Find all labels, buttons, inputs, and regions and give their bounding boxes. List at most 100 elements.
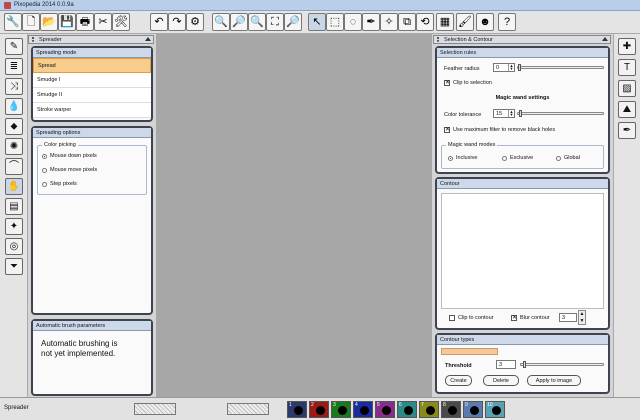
resize-icon[interactable]: ⧉ [398, 13, 416, 31]
feather-radius-input[interactable]: 0 ▲ ▼ [493, 63, 515, 72]
brush-swatch[interactable]: 8 [441, 401, 461, 418]
print-icon[interactable]: 🖶 [76, 13, 94, 31]
funnel-icon[interactable]: ⏷ [5, 258, 23, 275]
gear-icon[interactable]: ✺ [5, 138, 23, 155]
apply-to-image-button[interactable]: Apply to image [527, 375, 581, 386]
brush-swatch[interactable]: 1 [287, 401, 307, 418]
scissors-icon[interactable]: ✂ [94, 13, 112, 31]
color-tolerance-input[interactable]: 15 ▲ ▼ [493, 109, 515, 118]
slider-thumb[interactable] [518, 64, 521, 71]
fit-screen-icon[interactable]: ⛶ [266, 13, 284, 31]
radio-dot[interactable] [42, 153, 47, 159]
image-icon[interactable]: ▨ [618, 80, 636, 97]
radio-exclusive[interactable]: Exclusive [502, 155, 533, 161]
redo-icon[interactable]: ↷ [168, 13, 186, 31]
list-item-smudge-2[interactable]: Smudge II [33, 88, 151, 103]
radio-global[interactable]: Global [556, 155, 580, 161]
brush-swatch[interactable]: 3 [331, 401, 351, 418]
brush-swatch[interactable]: 6 [397, 401, 417, 418]
color-tolerance-slider[interactable] [517, 110, 604, 117]
drop-icon[interactable]: ⬥ [5, 118, 23, 135]
crop-select-icon[interactable]: ⬚ [326, 13, 344, 31]
spreader-panel-header[interactable]: Spreader [28, 35, 154, 44]
radio-mouse-down[interactable]: Mouse down pixels [42, 153, 97, 159]
plus-icon[interactable]: ✚ [618, 38, 636, 55]
spreader-icon[interactable]: ✋ [5, 178, 23, 195]
blur-stepper-icon[interactable]: ▲ ▼ [578, 310, 586, 325]
help-icon[interactable]: ? [498, 13, 516, 31]
brush-swatch[interactable]: 2 [309, 401, 329, 418]
lasso-icon[interactable]: ◌ [344, 13, 362, 31]
arc-icon[interactable]: ⌒ [5, 158, 23, 175]
radio-mouse-move[interactable]: Mouse move pixels [42, 167, 97, 173]
background-pattern-swatch[interactable] [227, 403, 269, 415]
collapse-icon[interactable] [145, 37, 151, 41]
rotate-icon[interactable]: ⟲ [416, 13, 434, 31]
zoom-out-icon[interactable]: 🔎 [230, 13, 248, 31]
select-arrow-icon[interactable]: ↖ [308, 13, 326, 31]
wrench-icon[interactable]: 🔧 [4, 13, 22, 31]
list-item-spread[interactable]: Spread [33, 58, 151, 73]
radio-dot[interactable] [556, 155, 561, 161]
open-file-icon[interactable]: 📂 [40, 13, 58, 31]
sparkle-icon[interactable]: ✦ [5, 218, 23, 235]
spin-arrows-icon[interactable]: ▲ ▼ [508, 64, 514, 71]
threshold-input[interactable]: 3 [496, 360, 516, 369]
create-button[interactable]: Create [445, 375, 472, 386]
landscape-icon[interactable]: ⛰ [618, 101, 636, 118]
radio-step-pixels[interactable]: Step pixels [42, 181, 77, 187]
spin-arrows-icon[interactable]: ▲ ▼ [508, 110, 514, 117]
zoom-in-icon[interactable]: 🔍 [212, 13, 230, 31]
radio-inclusive[interactable]: Inclusive [448, 155, 477, 161]
brush-swatch[interactable]: 4 [353, 401, 373, 418]
tools-icon[interactable]: 🛠 [112, 13, 130, 31]
texture-icon[interactable]: ▦ [436, 13, 454, 31]
max-filter-checkbox[interactable]: ✕ Use maximum filter to remove black hol… [444, 127, 555, 133]
selection-panel-header[interactable]: Selection & Contour [433, 35, 611, 44]
list-item-stroke-warper[interactable]: Stroke warper [33, 103, 151, 118]
clip-to-selection-checkbox[interactable]: ✕ Clip to selection [444, 80, 492, 86]
blur-radius-input[interactable]: 3 [559, 313, 577, 322]
list-item-smudge-1[interactable]: Smudge I [33, 73, 151, 88]
brush-swatch[interactable]: 7 [419, 401, 439, 418]
brush-set-icon[interactable]: 🖌 [456, 13, 474, 31]
checkbox-checked-icon[interactable]: ✕ [444, 80, 450, 86]
radio-dot[interactable] [42, 181, 47, 187]
feather-radius-slider[interactable] [517, 64, 604, 71]
collapse-icon[interactable] [602, 37, 608, 41]
slider-thumb[interactable] [523, 361, 526, 368]
settings-icon[interactable]: ⚙ [186, 13, 204, 31]
spiral-icon[interactable]: ◎ [5, 238, 23, 255]
checkbox-checked-icon[interactable]: ✕ [511, 315, 517, 321]
threshold-slider[interactable] [520, 361, 604, 368]
brush-icon[interactable]: ✎ [5, 38, 23, 55]
mask-icon[interactable]: ☻ [476, 13, 494, 31]
text-icon[interactable]: T [618, 59, 636, 76]
checkbox-checked-icon[interactable]: ✕ [444, 127, 450, 133]
contour-list[interactable] [441, 193, 604, 309]
brush-swatch[interactable]: 10 [485, 401, 505, 418]
pen-icon[interactable]: ✒ [618, 122, 636, 139]
undo-icon[interactable]: ↶ [150, 13, 168, 31]
drops-icon[interactable]: 💧 [5, 98, 23, 115]
new-file-icon[interactable]: 🗋 [22, 13, 40, 31]
delete-button[interactable]: Delete [483, 375, 519, 386]
eyedropper-icon[interactable]: ✒ [362, 13, 380, 31]
sliders-icon[interactable]: ≣ [5, 58, 23, 75]
grid-icon[interactable]: ▤ [5, 198, 23, 215]
canvas-area[interactable] [156, 34, 432, 397]
radio-dot[interactable] [448, 155, 453, 161]
shuffle-icon[interactable]: ⤨ [5, 78, 23, 95]
magic-wand-icon[interactable]: ✧ [380, 13, 398, 31]
clip-to-contour-checkbox[interactable]: Clip to contour [449, 315, 493, 321]
contour-type-preview[interactable] [441, 348, 498, 355]
checkbox-unchecked-icon[interactable] [449, 315, 455, 321]
radio-dot[interactable] [502, 155, 507, 161]
brush-swatch[interactable]: 5 [375, 401, 395, 418]
foreground-pattern-swatch[interactable] [134, 403, 176, 415]
radio-dot[interactable] [42, 167, 47, 173]
blur-contour-checkbox[interactable]: ✕ Blur contour [511, 315, 550, 321]
zoom-actual-icon[interactable]: 🔎 [284, 13, 302, 31]
brush-swatch[interactable]: 9 [463, 401, 483, 418]
zoom-icon[interactable]: 🔍 [248, 13, 266, 31]
